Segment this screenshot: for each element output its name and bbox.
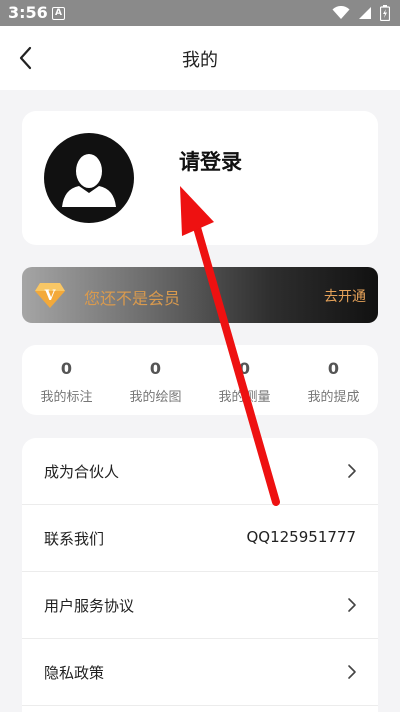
chevron-right-icon bbox=[348, 598, 356, 612]
menu-item-become-partner[interactable]: 成为合伙人 bbox=[22, 438, 378, 505]
vip-diamond-icon: V bbox=[35, 283, 65, 308]
stat-value: 0 bbox=[60, 359, 73, 378]
page-title: 我的 bbox=[182, 50, 218, 71]
menu-item-label: 联系我们 bbox=[44, 530, 105, 548]
status-time: 3:56 bbox=[8, 3, 48, 22]
stat-label: 我的标注 bbox=[40, 390, 93, 405]
stat-value: 0 bbox=[149, 359, 162, 378]
menu-item-label: 隐私政策 bbox=[44, 664, 105, 682]
signal-icon bbox=[359, 7, 371, 19]
avatar[interactable] bbox=[44, 133, 134, 223]
menu-item-label: 用户服务协议 bbox=[44, 597, 135, 615]
chevron-right-icon bbox=[348, 665, 356, 679]
status-bar: 3:56 A bbox=[0, 0, 400, 26]
profile-card[interactable]: 请登录 bbox=[22, 111, 378, 245]
contact-qq-value: QQ125951777 bbox=[246, 528, 356, 546]
stats-card: 0 我的标注 0 我的绘图 0 我的测量 0 我的提成 bbox=[22, 345, 378, 415]
user-silhouette-icon bbox=[62, 154, 116, 207]
battery-icon bbox=[380, 5, 390, 21]
menu-item-user-agreement[interactable]: 用户服务协议 bbox=[22, 572, 378, 639]
menu-item-privacy-policy[interactable]: 隐私政策 bbox=[22, 639, 378, 706]
menu-item-contact-us[interactable]: 联系我们 QQ125951777 bbox=[22, 505, 378, 572]
stat-commissions[interactable]: 0 我的提成 bbox=[289, 345, 378, 415]
stat-label: 我的绘图 bbox=[129, 390, 182, 405]
status-icons bbox=[332, 5, 390, 21]
stat-label: 我的提成 bbox=[307, 390, 360, 405]
vip-status-text: 您还不是会员 bbox=[84, 289, 181, 308]
vip-banner[interactable]: V 您还不是会员 去开通 bbox=[22, 267, 378, 323]
vip-badge-letter: V bbox=[44, 288, 57, 304]
stat-annotations[interactable]: 0 我的标注 bbox=[22, 345, 111, 415]
vip-activate-link[interactable]: 去开通 bbox=[324, 286, 366, 306]
stat-value: 0 bbox=[238, 359, 251, 378]
nav-bar: 我的 bbox=[0, 26, 400, 90]
stat-value: 0 bbox=[327, 359, 340, 378]
menu-card: 成为合伙人 联系我们 QQ125951777 用户服务协议 隐私政策 bbox=[22, 438, 378, 712]
login-prompt[interactable]: 请登录 bbox=[179, 146, 242, 176]
notification-a-icon: A bbox=[52, 7, 65, 20]
menu-item-label: 成为合伙人 bbox=[44, 463, 120, 481]
stat-label: 我的测量 bbox=[218, 390, 271, 405]
stat-measurements[interactable]: 0 我的测量 bbox=[200, 345, 289, 415]
wifi-icon bbox=[332, 6, 350, 19]
stat-drawings[interactable]: 0 我的绘图 bbox=[111, 345, 200, 415]
chevron-right-icon bbox=[348, 464, 356, 478]
